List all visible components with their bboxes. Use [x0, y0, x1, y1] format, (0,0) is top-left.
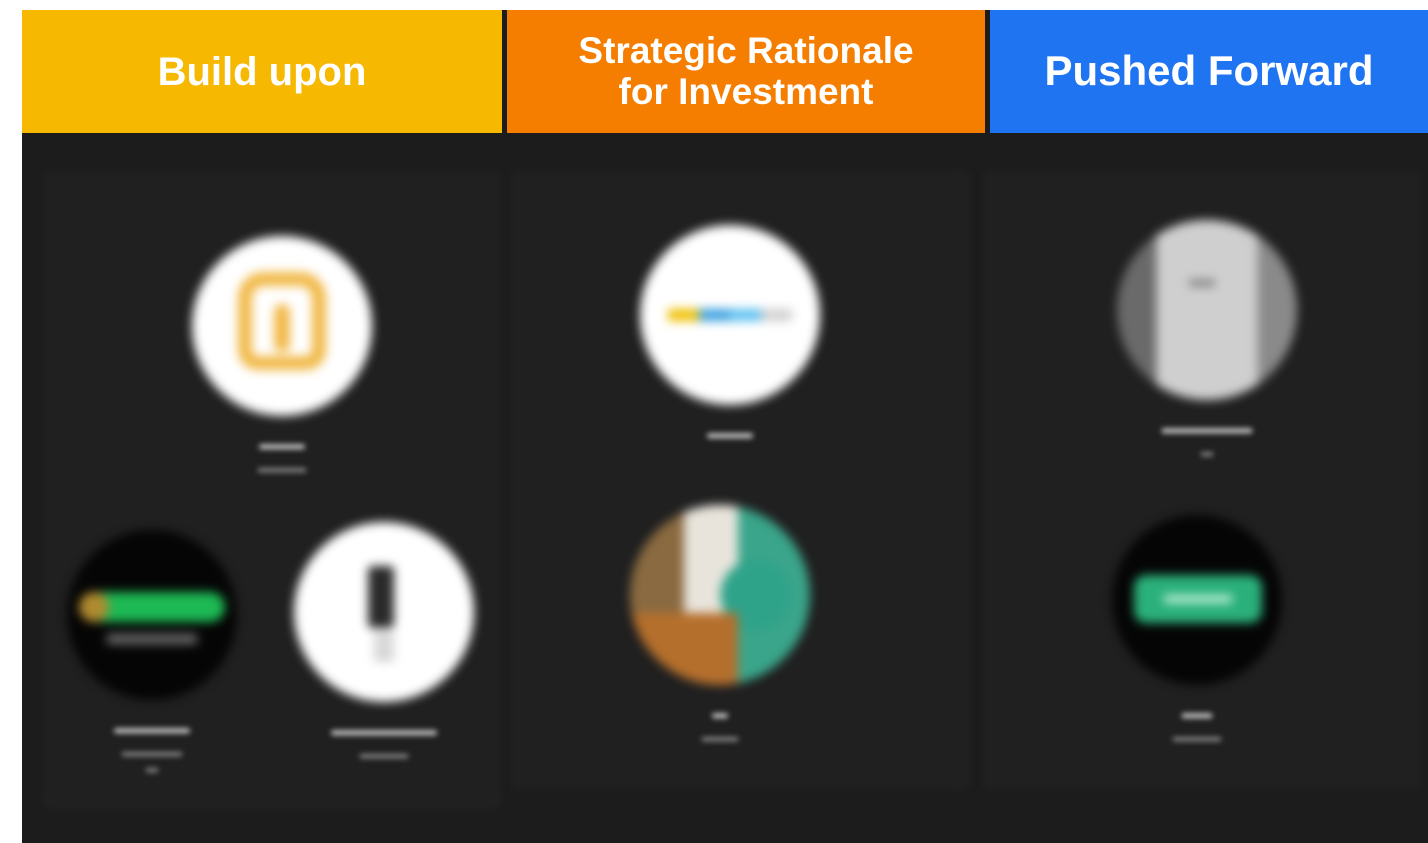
company-name-placeholder: ▬▬▬▬▬▬▬: [331, 722, 437, 739]
logo-wordmark-icon: [107, 634, 197, 644]
company-detail-placeholder: ▬▬▬▬: [258, 461, 306, 475]
company-name-placeholder: ▬▬▬▬▬: [114, 720, 190, 737]
list-item[interactable]: ▬▬▬ ▬▬▬▬: [182, 236, 382, 477]
company-name-placeholder: ▬▬▬: [707, 425, 753, 442]
company-photo-avatar: [1117, 220, 1297, 400]
company-logo-avatar: [640, 225, 820, 405]
company-photo-avatar: [630, 505, 810, 685]
device-base-icon: [374, 632, 394, 662]
company-detail-placeholder: ▬▬▬: [702, 730, 738, 744]
company-name-placeholder: ▬▬▬▬▬▬: [1162, 420, 1252, 437]
company-name-placeholder: ▬: [712, 705, 728, 722]
column-title-pushed-forward: Pushed Forward: [1044, 47, 1374, 95]
column-header-pushed-forward: Pushed Forward: [990, 10, 1428, 133]
company-detail-placeholder: ▬▬▬▬: [1173, 730, 1221, 744]
list-item[interactable]: ▬ ▬▬▬: [620, 505, 820, 746]
list-item[interactable]: ▬▬▬▬▬▬▬ ▬▬▬▬: [284, 522, 484, 763]
column-title-build-upon: Build upon: [157, 49, 367, 94]
company-logo-avatar: [67, 530, 237, 700]
green-pill-logo-icon: [1134, 575, 1262, 623]
speech-bubble-logo-icon: [238, 272, 326, 370]
column-title-strategic-rationale: Strategic Rationale for Investment: [578, 29, 914, 112]
column-header-strategic-rationale: Strategic Rationale for Investment: [507, 10, 985, 133]
list-item[interactable]: ▬▬▬: [630, 225, 830, 442]
list-item[interactable]: ▬▬ ▬▬▬▬: [1097, 515, 1297, 746]
company-detail-placeholder: ▬▬▬▬: [360, 747, 408, 761]
document-image-icon: [1117, 220, 1297, 400]
company-logo-avatar: [192, 236, 372, 416]
company-logo-avatar: [294, 522, 474, 702]
company-logo-avatar: [1112, 515, 1282, 685]
photo-image-icon: [630, 505, 810, 685]
wordmark-logo-icon: [668, 309, 792, 321]
company-detail-placeholder: ▬: [1201, 445, 1213, 459]
list-item[interactable]: ▬▬▬▬▬▬ ▬: [1107, 220, 1307, 461]
company-name-placeholder: ▬▬: [1182, 705, 1212, 722]
company-detail-placeholder: ▬▬▬▬▬ ▬: [122, 745, 182, 775]
column-header-build-upon: Build upon: [22, 10, 502, 133]
device-logo-icon: [368, 566, 394, 628]
investment-board: Build upon Strategic Rationale for Inves…: [22, 10, 1428, 843]
list-item[interactable]: ▬▬▬▬▬ ▬▬▬▬▬ ▬: [52, 530, 252, 776]
dot-logo-icon: [79, 592, 109, 622]
company-name-placeholder: ▬▬▬: [259, 436, 305, 453]
